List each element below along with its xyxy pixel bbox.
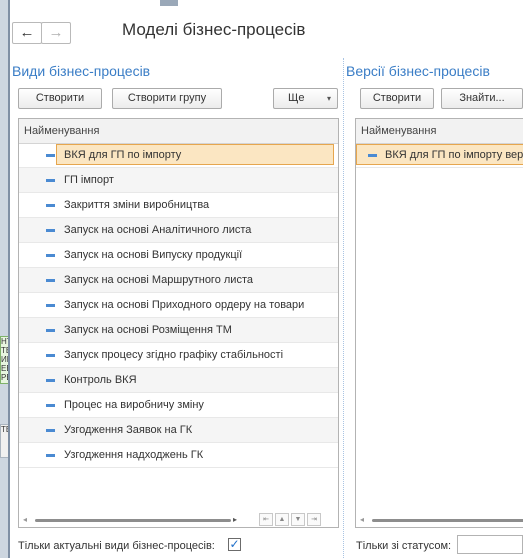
horizontal-scrollbar[interactable]: ◂ ▸ ⇤ ▲ ▼ ⇥ bbox=[19, 513, 338, 527]
window-title: Моделі бізнес-процесів bbox=[122, 20, 306, 39]
list-item[interactable]: Узгодження Заявок на ГК bbox=[19, 418, 338, 443]
item-marker-icon bbox=[46, 329, 55, 332]
list-item-label: Узгодження Заявок на ГК bbox=[64, 424, 193, 436]
scrollbar-thumb[interactable] bbox=[35, 519, 231, 522]
checkmark-icon: ✓ bbox=[229, 537, 240, 551]
list-item[interactable]: ВКЯ для ГП по імпорту bbox=[19, 143, 338, 168]
scroll-up-icon[interactable]: ▲ bbox=[275, 513, 289, 526]
item-marker-icon bbox=[46, 304, 55, 307]
scroll-left-icon[interactable]: ◂ bbox=[360, 513, 364, 527]
left-section-title: Види бізнес-процесів bbox=[12, 63, 151, 79]
list-item[interactable]: Запуск на основі Випуску продукції bbox=[19, 243, 338, 268]
item-marker-icon bbox=[46, 354, 55, 357]
arrow-left-icon: ← bbox=[19, 24, 35, 41]
actual-only-label: Тільки актуальні види бізнес-процесів: bbox=[18, 540, 215, 552]
more-label: Ще bbox=[288, 92, 305, 104]
window-edge-shadow bbox=[160, 0, 178, 6]
list-item[interactable]: Запуск на основі Маршрутного листа bbox=[19, 268, 338, 293]
versions-find-button[interactable]: Знайти... bbox=[441, 88, 523, 109]
scroll-down-icon[interactable]: ▼ bbox=[291, 513, 305, 526]
list-item-label: Запуск процесу згідно графіку стабільнос… bbox=[64, 349, 284, 361]
column-header-name[interactable]: Найменування bbox=[356, 119, 523, 144]
list-item-label: Запуск на основі Випуску продукції bbox=[64, 249, 243, 261]
item-marker-icon bbox=[46, 279, 55, 282]
list-item[interactable]: Запуск на основі Приходного ордеру на то… bbox=[19, 293, 338, 318]
list-item-label: Запуск на основі Розміщення ТМ bbox=[64, 324, 232, 336]
business-process-versions-list[interactable]: Найменування ВКЯ для ГП по імпорту вер ◂ bbox=[355, 118, 523, 528]
business-process-types-list[interactable]: Найменування ВКЯ для ГП по імпорту ГП імп… bbox=[18, 118, 339, 528]
list-item[interactable]: Запуск на основі Розміщення ТМ bbox=[19, 318, 338, 343]
list-item[interactable]: Запуск на основі Аналітичного листа bbox=[19, 218, 338, 243]
back-button[interactable]: ← bbox=[12, 22, 42, 44]
status-filter-label: Тільки зі статусом: bbox=[356, 540, 452, 552]
scroll-left-icon[interactable]: ◂ bbox=[23, 513, 27, 527]
item-marker-icon bbox=[46, 429, 55, 432]
status-filter-input[interactable] bbox=[457, 535, 523, 554]
list-item-label: ГП імпорт bbox=[64, 174, 114, 186]
right-section-title: Версії бізнес-процесів bbox=[346, 63, 490, 79]
list-item-label: Закриття зміни виробництва bbox=[64, 199, 210, 211]
scroll-right-icon[interactable]: ▸ bbox=[233, 513, 237, 527]
item-marker-icon bbox=[46, 404, 55, 407]
item-marker-icon bbox=[46, 254, 55, 257]
list-item-label: ВКЯ для ГП по імпорту bbox=[64, 149, 182, 161]
list-item[interactable]: Контроль ВКЯ bbox=[19, 368, 338, 393]
list-item[interactable]: Процес на виробничу зміну bbox=[19, 393, 338, 418]
item-marker-icon bbox=[46, 454, 55, 457]
list-item[interactable]: Узгодження надходжень ГК bbox=[19, 443, 338, 468]
arrow-right-icon: → bbox=[48, 24, 64, 41]
list-item[interactable]: Запуск процесу згідно графіку стабільнос… bbox=[19, 343, 338, 368]
list-item-label: Узгодження надходжень ГК bbox=[64, 449, 204, 461]
create-group-button[interactable]: Створити групу bbox=[112, 88, 222, 109]
item-marker-icon bbox=[46, 154, 55, 157]
list-item-label: ВКЯ для ГП по імпорту вер bbox=[385, 149, 523, 161]
list-item[interactable]: ГП імпорт bbox=[19, 168, 338, 193]
scroll-first-icon[interactable]: ⇤ bbox=[259, 513, 273, 526]
list-item-label: Запуск на основі Аналітичного листа bbox=[64, 224, 252, 236]
list-item-label: Контроль ВКЯ bbox=[64, 374, 137, 386]
pane-divider[interactable] bbox=[343, 58, 344, 558]
list-item-label: Запуск на основі Приходного ордеру на то… bbox=[64, 299, 305, 311]
list-item[interactable]: ВКЯ для ГП по імпорту вер bbox=[356, 143, 523, 168]
item-marker-icon bbox=[368, 154, 377, 157]
list-item-label: Процес на виробничу зміну bbox=[64, 399, 204, 411]
horizontal-scrollbar[interactable]: ◂ bbox=[356, 513, 523, 527]
item-marker-icon bbox=[46, 179, 55, 182]
item-marker-icon bbox=[46, 379, 55, 382]
item-marker-icon bbox=[46, 229, 55, 232]
actual-only-checkbox[interactable]: ✓ bbox=[228, 538, 241, 551]
forward-button[interactable]: → bbox=[41, 22, 71, 44]
list-item-label: Запуск на основі Маршрутного листа bbox=[64, 274, 253, 286]
scroll-last-icon[interactable]: ⇥ bbox=[307, 513, 321, 526]
scrollbar-thumb[interactable] bbox=[372, 519, 523, 522]
item-marker-icon bbox=[46, 204, 55, 207]
list-item[interactable]: Закриття зміни виробництва bbox=[19, 193, 338, 218]
more-button[interactable]: Ще ▾ bbox=[273, 88, 338, 109]
chevron-down-icon: ▾ bbox=[326, 94, 331, 103]
column-header-name[interactable]: Найменування bbox=[19, 119, 338, 144]
create-button[interactable]: Створити bbox=[18, 88, 102, 109]
versions-create-button[interactable]: Створити bbox=[360, 88, 434, 109]
